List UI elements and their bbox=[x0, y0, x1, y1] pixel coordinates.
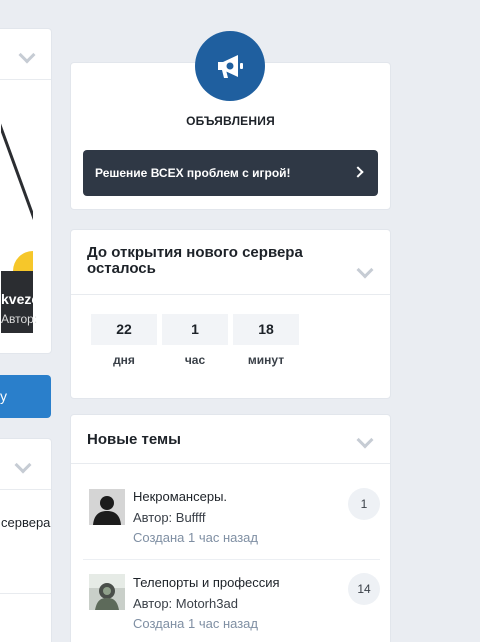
topic-title[interactable]: Некромансеры. bbox=[133, 489, 227, 504]
widget-text: сервера bbox=[1, 515, 51, 530]
announcements-card: ОБЪЯВЛЕНИЯ Решение ВСЕХ проблем с игрой! bbox=[70, 31, 391, 210]
divider bbox=[71, 294, 390, 295]
topic-author[interactable]: Автор: Motorh3ad bbox=[133, 596, 238, 611]
countdown-label: дня bbox=[113, 353, 135, 367]
avatar[interactable] bbox=[89, 489, 125, 525]
new-topics-card: Новые темы Некромансеры. Автор: Buffff С… bbox=[70, 414, 391, 642]
countdown-label: минут bbox=[247, 353, 285, 367]
countdown-label: час bbox=[184, 353, 206, 367]
countdown-value: 22 bbox=[91, 314, 157, 345]
countdown-value: 18 bbox=[233, 314, 299, 345]
avatar[interactable] bbox=[89, 574, 125, 610]
divider bbox=[0, 489, 51, 490]
topic-title[interactable]: Телепорты и профессия bbox=[133, 575, 280, 590]
left-widget-card: kvezo Автор: bbox=[0, 28, 52, 354]
countdown-days: 22 дня bbox=[91, 314, 157, 367]
chevron-down-icon[interactable] bbox=[356, 431, 374, 449]
left-action-button[interactable]: у bbox=[0, 375, 51, 418]
announcement-item-label: Решение ВСЕХ проблем с игрой! bbox=[95, 166, 291, 180]
countdown-card: До открытия нового сервера осталось 22 д… bbox=[70, 229, 391, 399]
countdown-hours: 1 час bbox=[162, 314, 228, 367]
divider bbox=[0, 593, 51, 594]
countdown-minutes: 18 минут bbox=[233, 314, 299, 367]
chevron-right-icon bbox=[352, 166, 364, 178]
topic-time: Создана 1 час назад bbox=[133, 530, 258, 545]
chevron-down-icon[interactable] bbox=[18, 46, 36, 64]
left-widget-card-2: сервера bbox=[0, 438, 52, 642]
announcement-item[interactable]: Решение ВСЕХ проблем с игрой! bbox=[83, 150, 378, 196]
countdown-title: До открытия нового сервера осталось bbox=[87, 244, 303, 277]
announcements-title: ОБЪЯВЛЕНИЯ bbox=[186, 114, 275, 128]
reply-count-badge: 1 bbox=[348, 488, 380, 520]
slide-title[interactable]: kvezo bbox=[1, 291, 40, 307]
topic-author[interactable]: Автор: Buffff bbox=[133, 510, 205, 525]
topic-item[interactable]: Телепорты и профессия Автор: Motorh3ad С… bbox=[83, 559, 380, 639]
slide-author: Автор: bbox=[1, 312, 38, 326]
topic-time: Создана 1 час назад bbox=[133, 616, 258, 631]
megaphone-icon bbox=[195, 31, 265, 101]
chevron-down-icon[interactable] bbox=[356, 261, 374, 279]
new-topics-title: Новые темы bbox=[87, 431, 181, 448]
divider bbox=[71, 463, 390, 464]
topic-item[interactable]: Некромансеры. Автор: Buffff Создана 1 ча… bbox=[83, 479, 380, 559]
divider bbox=[0, 79, 51, 80]
reply-count-badge: 14 bbox=[348, 573, 380, 605]
chevron-down-icon[interactable] bbox=[14, 456, 32, 474]
countdown-value: 1 bbox=[162, 314, 228, 345]
